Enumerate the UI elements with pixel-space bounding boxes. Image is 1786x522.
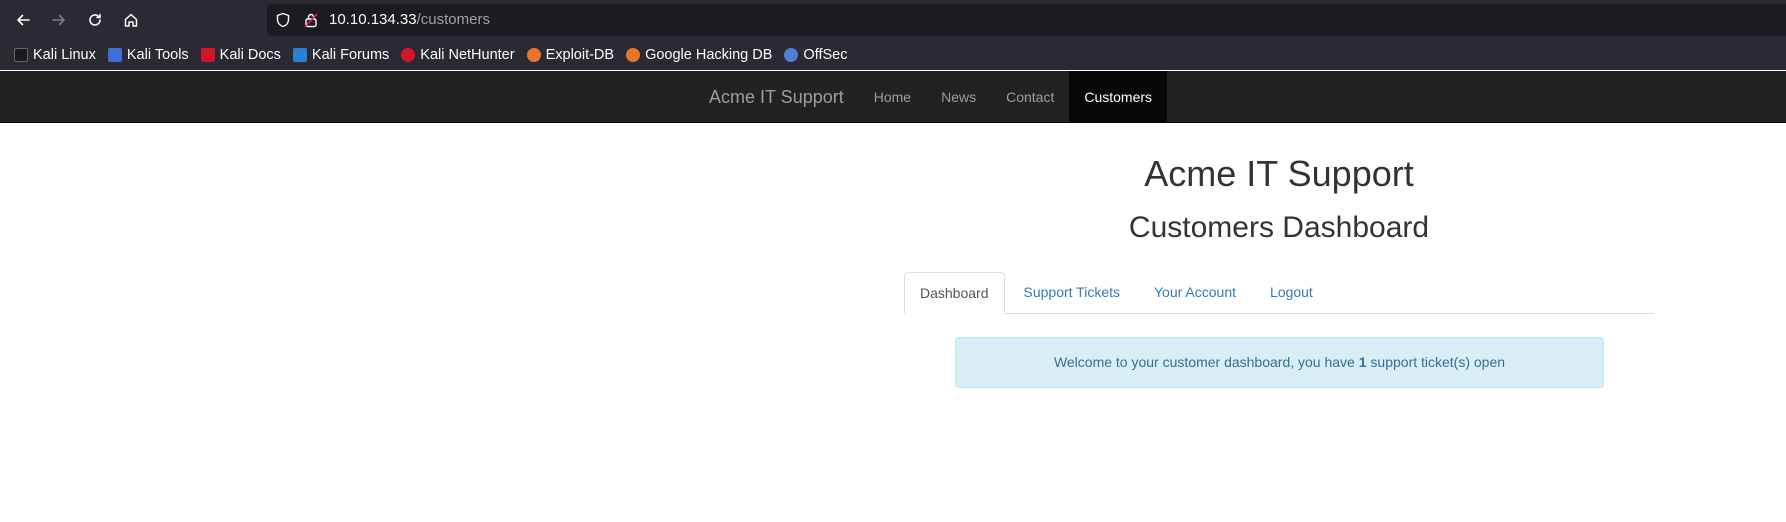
alert-prefix: Welcome to your customer dashboard, you …	[1053, 354, 1359, 370]
kali-docs-icon	[200, 48, 215, 62]
back-arrow-icon	[17, 14, 30, 26]
bookmark-offsec[interactable]: OffSec	[780, 42, 851, 68]
bookmark-label: Kali Docs	[219, 47, 281, 63]
tracking-shield-icon[interactable]	[275, 12, 291, 28]
nav-link-contact[interactable]: Contact	[991, 71, 1069, 123]
tab-dashboard[interactable]: Dashboard	[904, 272, 1005, 314]
dashboard-tabs: Dashboard Support Tickets Your Account L…	[904, 272, 1654, 314]
url-text: 10.10.134.33/customers	[329, 11, 490, 28]
page-subtitle: Customers Dashboard	[1128, 211, 1430, 244]
url-host: 10.10.134.33	[329, 11, 417, 28]
offsec-icon	[784, 48, 799, 62]
bookmark-label: Kali Forums	[311, 47, 390, 63]
bookmarks-toolbar: Kali Linux Kali Tools Kali Docs Kali For…	[0, 40, 1786, 70]
ticket-count: 1	[1358, 354, 1367, 370]
url-path: /customers	[416, 11, 490, 28]
back-button[interactable]	[9, 6, 37, 34]
browser-toolbar: 10.10.134.33/customers	[0, 0, 1786, 40]
bookmark-label: Kali Tools	[126, 47, 189, 63]
tab-logout[interactable]: Logout	[1255, 272, 1328, 313]
bookmark-kali-linux[interactable]: Kali Linux	[10, 42, 100, 68]
exploit-db-icon	[526, 48, 541, 62]
kali-forums-icon	[292, 48, 307, 62]
reload-icon	[89, 13, 101, 26]
bookmark-kali-forums[interactable]: Kali Forums	[289, 42, 393, 68]
navbar-links: Acme IT Support Home News Contact Custom…	[694, 71, 1168, 123]
navbar-brand[interactable]: Acme IT Support	[694, 71, 859, 123]
nav-link-customers[interactable]: Customers	[1069, 71, 1168, 123]
bookmark-exploit-db[interactable]: Exploit-DB	[523, 42, 619, 68]
forward-arrow-icon	[52, 14, 65, 26]
bookmark-label: OffSec	[803, 47, 848, 63]
kali-dragon-icon	[14, 48, 28, 62]
tab-your-account[interactable]: Your Account	[1139, 272, 1251, 313]
bookmark-label: Kali NetHunter	[420, 47, 515, 63]
kali-tools-icon	[107, 48, 122, 62]
main-content: Acme IT Support Customers Dashboard Dash…	[904, 123, 1654, 388]
nav-link-news[interactable]: News	[926, 71, 991, 123]
address-bar[interactable]: 10.10.134.33/customers	[267, 4, 1786, 36]
bookmark-kali-tools[interactable]: Kali Tools	[104, 42, 193, 68]
nav-link-home[interactable]: Home	[859, 71, 926, 123]
alert-suffix: support ticket(s) open	[1366, 354, 1506, 370]
bookmark-google-hacking-db[interactable]: Google Hacking DB	[622, 42, 776, 68]
reload-button[interactable]	[81, 6, 109, 34]
home-icon	[124, 13, 138, 27]
site-navbar: Acme IT Support Home News Contact Custom…	[0, 71, 1786, 123]
forward-button[interactable]	[45, 6, 73, 34]
bookmark-label: Kali Linux	[33, 47, 96, 63]
home-button[interactable]	[117, 6, 145, 34]
kali-nethunter-icon	[401, 48, 416, 62]
welcome-alert: Welcome to your customer dashboard, you …	[955, 337, 1604, 388]
bookmark-kali-docs[interactable]: Kali Docs	[197, 42, 285, 68]
ghdb-icon	[626, 48, 641, 62]
bookmark-label: Exploit-DB	[545, 47, 615, 63]
bookmark-label: Google Hacking DB	[645, 47, 773, 63]
tab-support-tickets[interactable]: Support Tickets	[1009, 272, 1136, 313]
page-title: Acme IT Support	[1144, 153, 1414, 194]
bookmark-kali-nethunter[interactable]: Kali NetHunter	[397, 42, 518, 68]
insecure-lock-icon[interactable]	[303, 12, 319, 28]
